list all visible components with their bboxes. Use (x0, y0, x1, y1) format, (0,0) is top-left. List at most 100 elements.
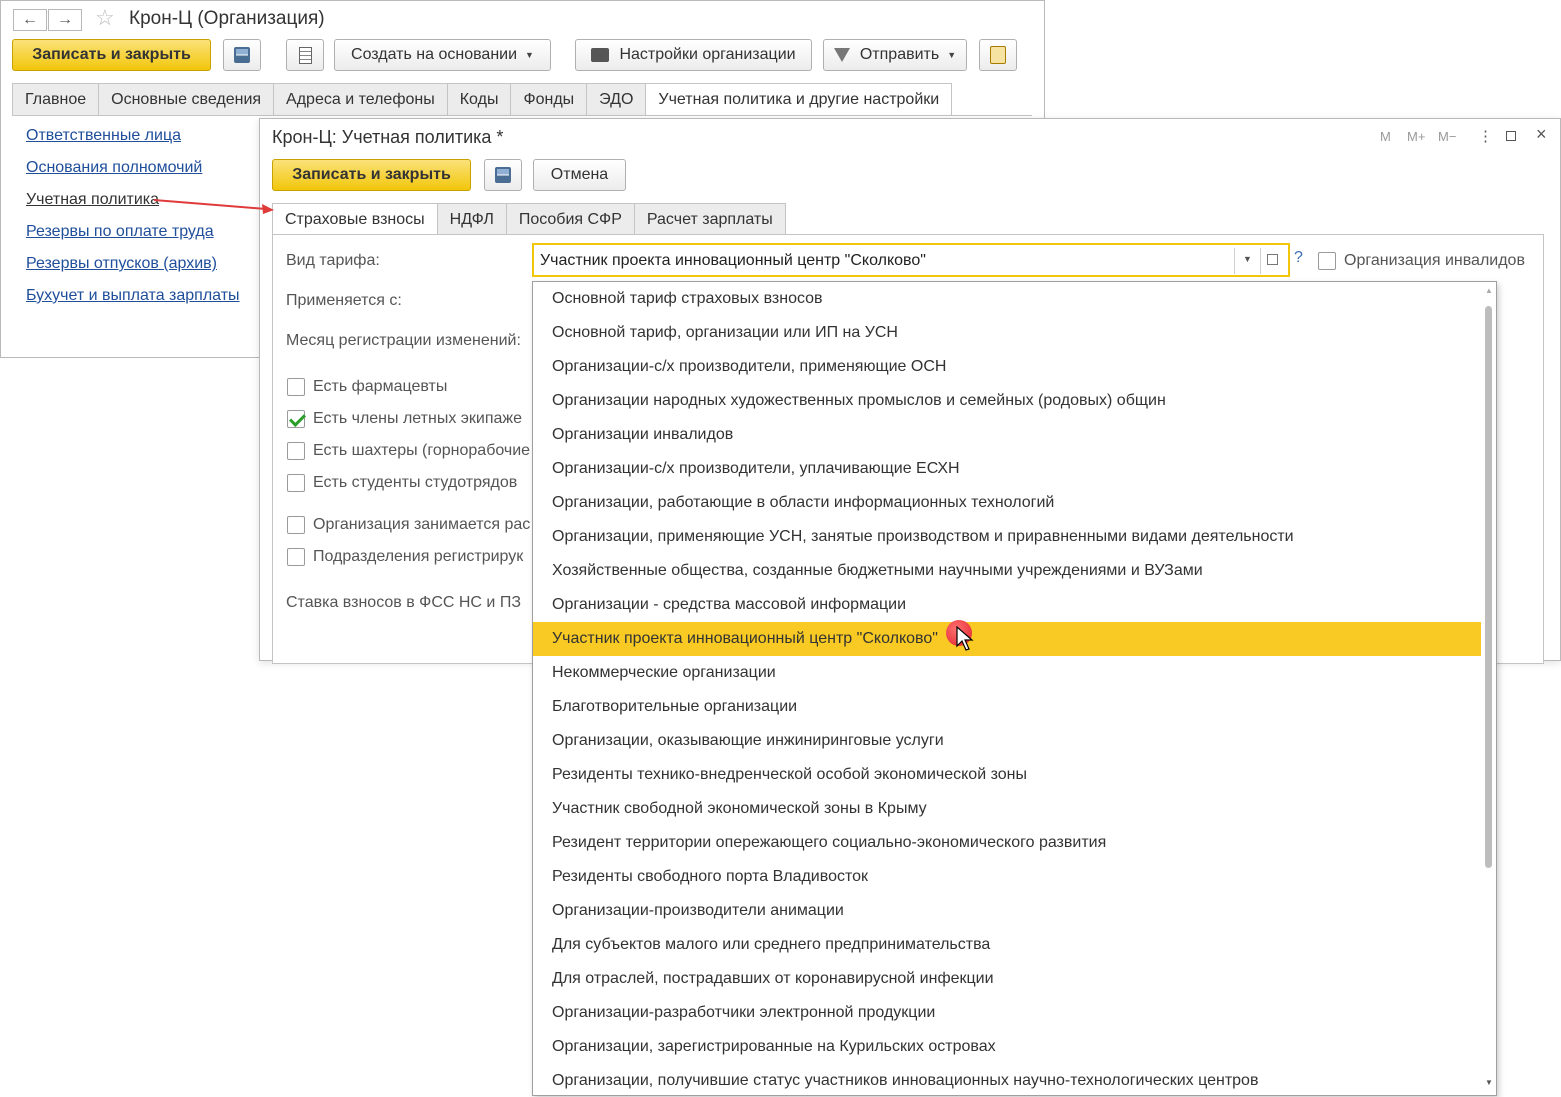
tariff-option[interactable]: Для отраслей, пострадавших от коронавиру… (533, 962, 1481, 996)
tariff-option[interactable]: Резиденты технико-внедренческой особой э… (533, 758, 1481, 792)
checkbox-pharmacists[interactable] (287, 378, 305, 396)
printer-icon (591, 48, 610, 62)
checkbox-subdivisions-label: Подразделения регистрирук (313, 548, 524, 565)
invalids-checkbox-label: Организация инвалидов (1344, 252, 1525, 269)
tariff-option[interactable]: Организации, работающие в области информ… (533, 486, 1481, 520)
tab-payroll-calc[interactable]: Расчет зарплаты (633, 203, 786, 235)
chevron-down-icon: ▼ (525, 50, 534, 60)
dropdown-scrollbar[interactable]: ▲ ▼ (1482, 282, 1496, 1095)
tariff-dropdown-list: Основной тариф страховых взносов Основной… (532, 281, 1497, 1096)
tariff-option[interactable]: Организации-с/х производители, уплачиваю… (533, 452, 1481, 486)
forward-button[interactable]: → (48, 9, 82, 31)
month-registration-label: Месяц регистрации изменений: (286, 332, 521, 349)
dropdown-arrow-icon[interactable]: ▼ (1243, 254, 1252, 264)
tariff-option[interactable]: Благотворительные организации (533, 690, 1481, 724)
policy-tabs: Страховые взносы НДФЛ Пособия СФР Расчет… (272, 203, 786, 236)
checkbox-subdivisions[interactable] (287, 548, 305, 566)
tariff-option[interactable]: Организации, применяющие УСН, занятые пр… (533, 520, 1481, 554)
back-button[interactable]: ← (13, 9, 47, 31)
tariff-option[interactable]: Для субъектов малого или среднего предпр… (533, 928, 1481, 962)
scroll-down-icon[interactable]: ▼ (1485, 1078, 1493, 1087)
attachments-button[interactable] (979, 39, 1017, 71)
org-settings-label: Настройки организации (619, 46, 796, 63)
policy-save-button[interactable] (484, 159, 522, 191)
tab-sfr-benefits[interactable]: Пособия СФР (505, 203, 635, 235)
tariff-option[interactable]: Организации-с/х производители, применяющ… (533, 350, 1481, 384)
tariff-option[interactable]: Организации - средства массовой информац… (533, 588, 1481, 622)
floppy-icon (234, 47, 250, 63)
link-responsible-persons[interactable]: Ответственные лица (26, 127, 181, 145)
scrollbar-thumb[interactable] (1485, 306, 1492, 868)
org-settings-button[interactable]: Настройки организации (575, 39, 812, 71)
tariff-option[interactable]: Хозяйственные общества, созданные бюджет… (533, 554, 1481, 588)
tabs-divider (12, 115, 1032, 116)
checkbox-pharmacists-label: Есть фармацевты (313, 378, 448, 395)
memory-m-button[interactable]: M (1380, 129, 1391, 144)
tariff-select-value: Участник проекта инновационный центр "Ск… (540, 252, 926, 269)
tab-codes[interactable]: Коды (446, 83, 512, 115)
tariff-option[interactable]: Организации инвалидов (533, 418, 1481, 452)
send-button[interactable]: Отправить ▼ (823, 39, 967, 71)
tariff-option[interactable]: Основной тариф страховых взносов (533, 282, 1481, 316)
tariff-option[interactable]: Некоммерческие организации (533, 656, 1481, 690)
checkbox-miners[interactable] (287, 442, 305, 460)
tariff-option[interactable]: Организации, оказывающие инжиниринговые … (533, 724, 1481, 758)
checkbox-org-activity[interactable] (287, 516, 305, 534)
tariff-option-selected[interactable]: Участник проекта инновационный центр "Ск… (533, 622, 1481, 656)
tariff-option[interactable]: Организации народных художественных пром… (533, 384, 1481, 418)
favorite-star-icon[interactable]: ☆ (95, 7, 115, 29)
save-close-button[interactable]: Записать и закрыть (12, 39, 211, 71)
rate-fss-label: Ставка взносов в ФСС НС и ПЗ (286, 594, 521, 611)
more-menu-icon[interactable]: ⋮ (1478, 127, 1493, 145)
checkbox-students-label: Есть студенты студотрядов (313, 474, 518, 491)
save-button[interactable] (223, 39, 261, 71)
help-icon[interactable]: ? (1294, 249, 1303, 267)
link-authority-basis[interactable]: Основания полномочий (26, 159, 202, 177)
applied-from-label: Применяется с: (286, 292, 402, 309)
tariff-option[interactable]: Организации-разработчики электронной про… (533, 996, 1481, 1030)
attachment-icon (990, 46, 1006, 64)
link-accounting-policy[interactable]: Учетная политика (26, 191, 159, 209)
tab-addresses[interactable]: Адреса и телефоны (273, 83, 448, 115)
tariff-select[interactable]: Участник проекта инновационный центр "Ск… (532, 243, 1290, 277)
arrow-left-icon: ← (22, 11, 38, 28)
tab-funds[interactable]: Фонды (510, 83, 588, 115)
tariff-option[interactable]: Участник свободной экономической зоны в … (533, 792, 1481, 826)
field-separator (1234, 248, 1235, 274)
field-separator (1260, 248, 1261, 274)
invalids-checkbox[interactable] (1318, 252, 1336, 270)
tariff-option[interactable]: Организации, зарегистрированные на Курил… (533, 1030, 1481, 1064)
maximize-icon[interactable] (1506, 129, 1516, 144)
close-icon[interactable]: × (1536, 124, 1547, 145)
tariff-option[interactable]: Резиденты свободного порта Владивосток (533, 860, 1481, 894)
checkbox-flight-crew[interactable] (287, 410, 305, 428)
tariff-option[interactable]: Резидент территории опережающего социаль… (533, 826, 1481, 860)
create-basis-label: Создать на основании (351, 46, 518, 63)
create-basis-button[interactable]: Создать на основании ▼ (334, 39, 551, 71)
checkbox-org-activity-label: Организация занимается рас (313, 516, 531, 533)
memory-minus-button[interactable]: M− (1438, 129, 1456, 144)
link-payroll-reserves[interactable]: Резервы по оплате труда (26, 223, 214, 241)
tariff-option[interactable]: Организации, получившие статус участнико… (533, 1064, 1481, 1095)
cancel-button[interactable]: Отмена (533, 159, 626, 191)
org-tabs: Главное Основные сведения Адреса и телеф… (12, 83, 953, 116)
tariff-option[interactable]: Организации-производители анимации (533, 894, 1481, 928)
link-vacation-reserves[interactable]: Резервы отпусков (архив) (26, 255, 217, 273)
tab-basic-info[interactable]: Основные сведения (98, 83, 275, 115)
tab-ndfl[interactable]: НДФЛ (436, 203, 507, 235)
tab-main[interactable]: Главное (12, 83, 100, 115)
link-accounting-payroll[interactable]: Бухучет и выплата зарплаты (26, 287, 240, 305)
scroll-up-icon[interactable]: ▲ (1485, 286, 1493, 295)
tab-insurance-contributions[interactable]: Страховые взносы (272, 203, 438, 236)
pointer-arrow-icon (153, 199, 274, 214)
policy-save-close-button[interactable]: Записать и закрыть (272, 159, 471, 191)
document-button[interactable] (286, 39, 324, 71)
tariff-option[interactable]: Основной тариф, организации или ИП на УС… (533, 316, 1481, 350)
policy-window-title: Крон-Ц: Учетная политика * (272, 127, 504, 147)
memory-plus-button[interactable]: M+ (1407, 129, 1425, 144)
tab-accounting-policy[interactable]: Учетная политика и другие настройки (645, 83, 953, 116)
tab-edo[interactable]: ЭДО (586, 83, 647, 115)
tariff-options: Основной тариф страховых взносов Основной… (533, 282, 1481, 1095)
open-form-icon[interactable] (1267, 254, 1278, 265)
checkbox-students[interactable] (287, 474, 305, 492)
